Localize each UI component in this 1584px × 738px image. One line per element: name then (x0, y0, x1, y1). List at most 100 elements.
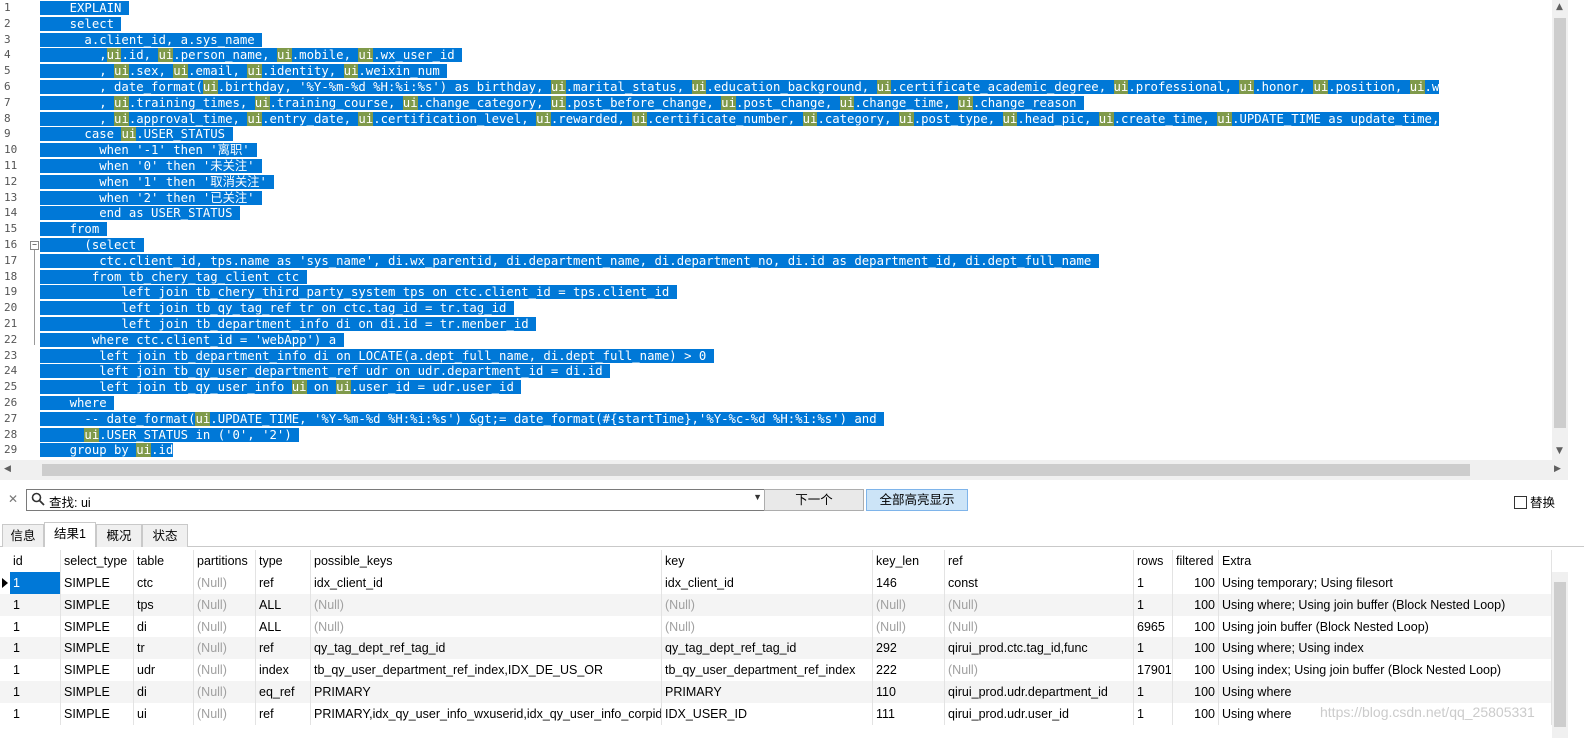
cell-id[interactable]: 1 (10, 702, 61, 725)
cell-select-type[interactable]: SIMPLE (61, 637, 134, 660)
row-selector[interactable] (0, 659, 10, 681)
code-line[interactable]: left join tb_chery_third_party_system tp… (40, 284, 677, 300)
table-row[interactable]: 1 SIMPLE tr (Null) ref qy_tag_dept_ref_tag_id… (0, 637, 1552, 660)
code-line[interactable]: left join tb_department_info di on LOCAT… (40, 348, 714, 364)
column-header-key[interactable]: key (662, 550, 873, 572)
code-line[interactable]: end as USER_STATUS (40, 205, 240, 221)
cell-type[interactable]: ALL (256, 593, 311, 616)
column-header-type[interactable]: type (256, 550, 311, 572)
table-row[interactable]: 1 SIMPLE ctc (Null) ref idx_client_id idx_clie… (0, 572, 1552, 594)
cell-type[interactable]: eq_ref (256, 681, 311, 703)
code-line[interactable]: from tb_chery_tag_client ctc (40, 269, 307, 285)
code-line[interactable]: EXPLAIN (40, 0, 129, 16)
cell-key[interactable]: idx_client_id (662, 572, 873, 594)
cell-ref[interactable]: qirui_prod.udr.user_id (945, 702, 1134, 725)
close-icon[interactable]: ✕ (8, 492, 18, 506)
code-line[interactable]: select (40, 16, 122, 32)
cell-key-len[interactable]: 146 (873, 572, 945, 594)
editor-horizontal-scroll-thumb[interactable] (42, 464, 1470, 476)
code-line[interactable]: where ctc.client_id = 'webApp') a (40, 332, 344, 348)
code-line[interactable]: -- date_format(ui.UPDATE_TIME, '%Y-%m-%d… (40, 411, 885, 427)
code-line[interactable]: (select (40, 237, 144, 253)
cell-possible-keys[interactable]: PRIMARY,idx_qy_user_info_wxuserid,idx_qy… (311, 702, 662, 725)
code-line[interactable]: when '1' then '取消关注' (40, 174, 275, 190)
cell-filtered[interactable]: 100 (1173, 702, 1219, 725)
code-line[interactable]: from (40, 221, 107, 237)
cell-id[interactable]: 1 (10, 659, 61, 682)
cell-possible-keys[interactable]: idx_client_id (311, 572, 662, 594)
cell-filtered[interactable]: 100 (1173, 637, 1219, 660)
column-header-id[interactable]: id (10, 550, 61, 572)
row-selector[interactable] (0, 616, 10, 638)
cell-filtered[interactable]: 100 (1173, 615, 1219, 638)
cell-partitions[interactable]: (Null) (194, 637, 256, 660)
cell-table[interactable]: di (134, 681, 194, 703)
table-row[interactable]: 1 SIMPLE tps (Null) ALL (Null) (Null) (Null) (Nu… (0, 593, 1552, 616)
column-header-select-type[interactable]: select_type (61, 550, 134, 572)
cell-id[interactable]: 1 (10, 572, 61, 594)
cell-table[interactable]: ctc (134, 572, 194, 594)
code-line[interactable]: where (40, 395, 115, 411)
cell-filtered[interactable]: 100 (1173, 572, 1219, 594)
cell-ref[interactable]: (Null) (945, 615, 1134, 638)
cell-key-len[interactable]: 110 (873, 681, 945, 703)
cell-key[interactable]: (Null) (662, 593, 873, 616)
cell-table[interactable]: tps (134, 593, 194, 616)
cell-rows[interactable]: 6965 (1134, 615, 1173, 638)
cell-id[interactable]: 1 (10, 615, 61, 638)
scroll-right-arrow-icon[interactable]: ▶ (1554, 464, 1561, 474)
cell-key-len[interactable]: 222 (873, 659, 945, 682)
cell-possible-keys[interactable]: qy_tag_dept_ref_tag_id (311, 637, 662, 660)
cell-rows[interactable]: 1 (1134, 637, 1173, 660)
table-row[interactable]: 1 SIMPLE di (Null) ALL (Null) (Null) (Null) (Nul… (0, 615, 1552, 638)
row-selector[interactable] (0, 681, 10, 703)
cell-ref[interactable]: const (945, 572, 1134, 594)
code-line[interactable]: ui.USER_STATUS in ('0', '2') (40, 427, 300, 443)
column-header-filtered[interactable]: filtered (1173, 550, 1219, 572)
cell-ref[interactable]: qirui_prod.ctc.tag_id,func (945, 637, 1134, 660)
code-line[interactable]: ,ui.id, ui.person_name, ui.mobile, ui.wx… (40, 47, 463, 63)
code-line[interactable]: left join tb_department_info di on di.id… (40, 316, 537, 332)
code-line[interactable]: when '-1' then '离职' (40, 142, 258, 158)
cell-key-len[interactable]: (Null) (873, 615, 945, 638)
cell-possible-keys[interactable]: PRIMARY (311, 681, 662, 703)
cell-select-type[interactable]: SIMPLE (61, 615, 134, 638)
tab-info[interactable]: 信息 (2, 524, 44, 547)
cell-Extra[interactable]: Using where; Using index (1219, 637, 1552, 660)
highlight-all-button[interactable]: 全部高亮显示 (866, 489, 968, 511)
cell-rows[interactable]: 17901 (1134, 659, 1173, 682)
cell-Extra[interactable]: Using where (1219, 681, 1552, 703)
cell-key[interactable]: (Null) (662, 615, 873, 638)
row-selector[interactable] (0, 703, 10, 725)
column-header-Extra[interactable]: Extra (1219, 550, 1552, 572)
cell-rows[interactable]: 1 (1134, 593, 1173, 616)
code-line[interactable]: left join tb_qy_user_info ui on ui.user_… (40, 379, 522, 395)
cell-type[interactable]: ref (256, 702, 311, 725)
cell-ref[interactable]: (Null) (945, 593, 1134, 616)
cell-table[interactable]: udr (134, 659, 194, 682)
editor-vertical-scrollbar[interactable]: ▲ ▼ (1552, 0, 1568, 460)
scroll-left-arrow-icon[interactable]: ◀ (4, 464, 11, 474)
cell-type[interactable]: ref (256, 572, 311, 594)
row-selector[interactable] (0, 572, 10, 594)
cell-rows[interactable]: 1 (1134, 681, 1173, 703)
scroll-down-arrow-icon[interactable]: ▼ (1556, 446, 1563, 456)
cell-select-type[interactable]: SIMPLE (61, 702, 134, 725)
code-line[interactable]: left join tb_qy_tag_ref tr on ctc.tag_id… (40, 300, 514, 316)
code-line[interactable]: left join tb_qy_user_department_ref udr … (40, 363, 611, 379)
fold-collapse-icon[interactable]: − (30, 241, 39, 250)
code-line[interactable]: case ui.USER_STATUS (40, 126, 233, 142)
table-row[interactable]: 1 SIMPLE di (Null) eq_ref PRIMARY PRIMARY 110 qi… (0, 681, 1552, 703)
cell-filtered[interactable]: 100 (1173, 659, 1219, 682)
cell-key-len[interactable]: 111 (873, 702, 945, 725)
cell-id[interactable]: 1 (10, 681, 61, 703)
cell-partitions[interactable]: (Null) (194, 659, 256, 682)
cell-table[interactable]: di (134, 615, 194, 638)
cell-partitions[interactable]: (Null) (194, 681, 256, 703)
replace-checkbox[interactable]: 替换 (1514, 492, 1555, 511)
code-line[interactable]: when '2' then '已关注' (40, 190, 262, 206)
checkbox-icon[interactable] (1514, 496, 1527, 509)
cell-key-len[interactable]: 292 (873, 637, 945, 660)
cell-select-type[interactable]: SIMPLE (61, 593, 134, 616)
cell-ref[interactable]: qirui_prod.udr.department_id (945, 681, 1134, 703)
